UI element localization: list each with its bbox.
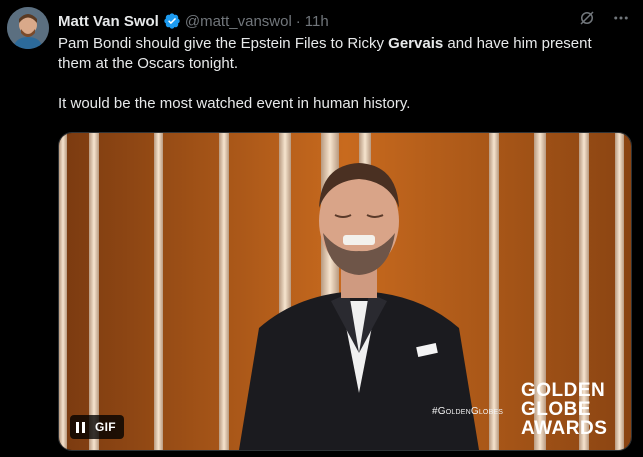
- tweet-timestamp[interactable]: 11h: [305, 13, 329, 30]
- broadcast-hashtag: #GoldenGlobes: [432, 406, 504, 417]
- grok-icon[interactable]: [577, 8, 597, 28]
- logo-line-2: GLOBE: [521, 399, 592, 420]
- author-avatar[interactable]: [7, 7, 49, 49]
- more-icon[interactable]: [611, 8, 631, 28]
- tweet-actions-top: [577, 8, 631, 28]
- gif-controls: GIF: [70, 415, 124, 439]
- gif-badge: GIF: [95, 420, 116, 434]
- author-name[interactable]: Matt Van Swol: [58, 13, 159, 30]
- highlighted-term: Gervais: [388, 35, 444, 52]
- pause-icon[interactable]: [76, 421, 85, 433]
- logo-line-3: AWARDS: [521, 418, 608, 439]
- logo-line-1: GOLDEN: [521, 380, 606, 401]
- separator-dot: ·: [295, 12, 301, 30]
- tweet-paragraph-2: It would be the most watched event in hu…: [58, 95, 411, 112]
- text-segment: Pam Bondi should give the Epstein Files …: [58, 35, 389, 52]
- avatar-image: [7, 7, 49, 49]
- tweet-header: Matt Van Swol @matt_vanswol · 11h: [58, 10, 583, 32]
- tweet-text: Pam Bondi should give the Epstein Files …: [58, 34, 628, 114]
- verified-badge-icon[interactable]: [163, 12, 181, 30]
- author-handle[interactable]: @matt_vanswol: [185, 13, 292, 30]
- tweet-paragraph-1: Pam Bondi should give the Epstein Files …: [58, 34, 628, 74]
- golden-globe-logo: GOLDEN GLOBE AWARDS: [521, 381, 607, 438]
- gif-media[interactable]: GIF #GoldenGlobes GOLDEN GLOBE AWARDS: [58, 132, 632, 451]
